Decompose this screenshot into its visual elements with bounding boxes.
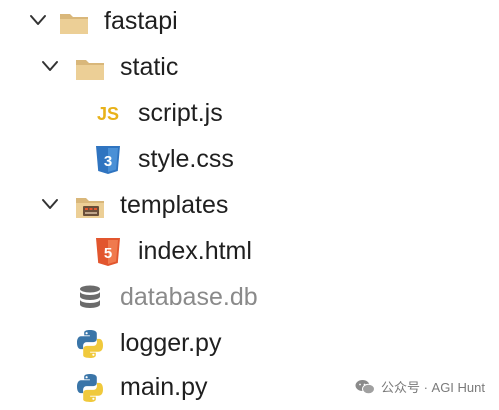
- chevron-down-icon[interactable]: [40, 56, 60, 76]
- python-icon: [77, 330, 103, 358]
- tree-row-static[interactable]: static: [0, 46, 499, 90]
- chevron-down-icon[interactable]: [28, 10, 48, 30]
- tree-label: script.js: [138, 99, 223, 127]
- tree-row-index-html[interactable]: 5 index.html: [0, 230, 499, 274]
- chevron-down-icon[interactable]: [40, 194, 60, 214]
- tree-label: logger.py: [120, 329, 222, 357]
- tree-row-script-js[interactable]: JS script.js: [0, 92, 499, 136]
- file-explorer-tree: fastapi static JS script.js 3 style.css: [0, 0, 499, 410]
- tree-label: main.py: [120, 373, 208, 401]
- tree-row-style-css[interactable]: 3 style.css: [0, 138, 499, 182]
- folder-templates-icon: [76, 198, 104, 218]
- watermark-text: 公众号 · AGI Hunt: [380, 380, 485, 395]
- tree-row-logger-py[interactable]: logger.py: [0, 322, 499, 366]
- html-icon-text: 5: [104, 245, 112, 262]
- wechat-icon: [355, 379, 375, 394]
- folder-open-icon: [76, 60, 104, 80]
- css-icon: 3: [96, 146, 120, 174]
- python-icon: [77, 374, 103, 402]
- watermark: 公众号 · AGI Hunt: [355, 377, 485, 396]
- js-icon: JS: [92, 98, 124, 130]
- tree-row-templates[interactable]: templates: [0, 184, 499, 228]
- tree-label: templates: [120, 191, 229, 219]
- tree-label: style.css: [138, 145, 234, 173]
- tree-label: database.db: [120, 283, 258, 311]
- tree-label: index.html: [138, 237, 252, 265]
- tree-label: static: [120, 53, 179, 81]
- folder-open-icon: [60, 14, 88, 34]
- js-icon-text: JS: [96, 104, 120, 124]
- html-icon: 5: [96, 238, 120, 266]
- css-icon-text: 3: [104, 153, 112, 170]
- tree-row-database-db[interactable]: database.db: [0, 276, 499, 320]
- tree-label: fastapi: [104, 7, 178, 35]
- database-icon: [80, 285, 100, 308]
- tree-row-fastapi[interactable]: fastapi: [0, 0, 499, 44]
